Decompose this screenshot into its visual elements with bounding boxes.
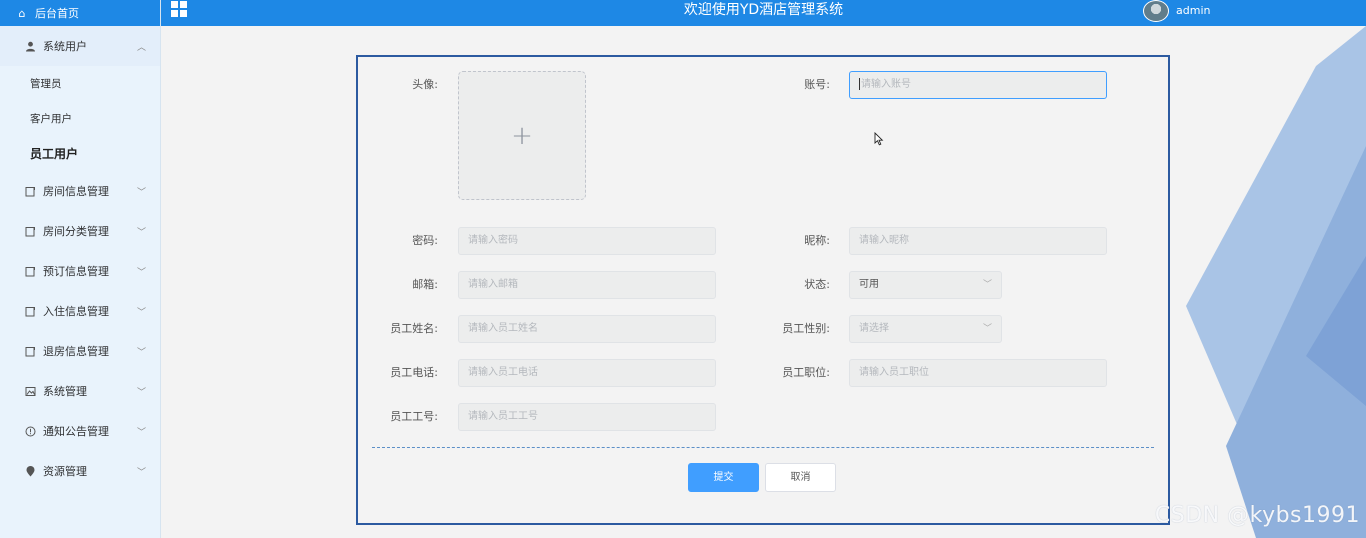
chevron-up-icon: ︿ <box>136 42 146 53</box>
doc-icon <box>24 185 36 197</box>
nickname-label: 昵称: <box>804 234 830 247</box>
avatar[interactable] <box>1143 0 1169 22</box>
staff-phone-label: 员工电话: <box>390 366 438 379</box>
submit-button[interactable]: 提交 <box>688 463 759 492</box>
chevron-down-icon: ﹀ <box>136 467 146 478</box>
account-label: 账号: <box>804 78 830 91</box>
sidebar-item-staff-users[interactable]: 员工用户 <box>0 136 160 171</box>
sidebar-group-label: 通知公告管理 <box>43 425 109 438</box>
chevron-down-icon: ﹀ <box>136 187 146 198</box>
form-divider <box>372 447 1154 448</box>
picture-icon <box>24 385 36 397</box>
home-icon: ⌂ <box>18 6 26 20</box>
sidebar-group-booking-info[interactable]: 预订信息管理 ﹀ <box>0 251 160 291</box>
staff-gender-label: 员工性别: <box>782 322 830 335</box>
staff-user-form: 头像: + 账号: 请输入账号 密码: 请输入密码 昵称: 请输入昵称 邮箱: … <box>356 55 1170 525</box>
chevron-down-icon: ﹀ <box>982 280 992 290</box>
chevron-down-icon: ﹀ <box>136 307 146 318</box>
doc-icon <box>24 345 36 357</box>
staff-name-label: 员工姓名: <box>390 322 438 335</box>
user-icon <box>24 40 36 52</box>
sidebar-group-checkin-info[interactable]: 入住信息管理 ﹀ <box>0 291 160 331</box>
staff-name-input[interactable]: 请输入员工姓名 <box>458 315 716 343</box>
chevron-down-icon: ﹀ <box>982 324 992 334</box>
nickname-input[interactable]: 请输入昵称 <box>849 227 1107 255</box>
status-label: 状态: <box>804 278 830 291</box>
email-label: 邮箱: <box>412 278 438 291</box>
staff-position-input[interactable]: 请输入员工职位 <box>849 359 1107 387</box>
chevron-down-icon: ﹀ <box>136 387 146 398</box>
password-input[interactable]: 请输入密码 <box>458 227 716 255</box>
password-label: 密码: <box>412 234 438 247</box>
watermark: CSDN @kybs1991 <box>1154 503 1360 528</box>
sidebar-group-label: 房间信息管理 <box>43 185 109 198</box>
sidebar-group-checkout-info[interactable]: 退房信息管理 ﹀ <box>0 331 160 371</box>
chevron-down-icon: ﹀ <box>136 427 146 438</box>
sidebar-group-label: 资源管理 <box>43 465 87 478</box>
sidebar-group-notice-management[interactable]: 通知公告管理 ﹀ <box>0 411 160 451</box>
sidebar-home[interactable]: ⌂ 后台首页 <box>0 0 160 26</box>
chevron-down-icon: ﹀ <box>136 347 146 358</box>
sidebar-group-label: 预订信息管理 <box>43 265 109 278</box>
decorative-background <box>1186 26 1366 538</box>
avatar-label: 头像: <box>412 78 438 91</box>
sidebar-group-label: 房间分类管理 <box>43 225 109 238</box>
sidebar-group-system-users[interactable]: 系统用户 ︿ <box>0 26 160 66</box>
sidebar-group-room-category[interactable]: 房间分类管理 ﹀ <box>0 211 160 251</box>
sidebar-group-room-info[interactable]: 房间信息管理 ﹀ <box>0 171 160 211</box>
staff-phone-input[interactable]: 请输入员工电话 <box>458 359 716 387</box>
location-icon <box>24 465 36 477</box>
top-header: 欢迎使用YD酒店管理系统 admin <box>161 0 1366 26</box>
chevron-down-icon: ﹀ <box>136 267 146 278</box>
sidebar-group-label: 退房信息管理 <box>43 345 109 358</box>
plus-icon: + <box>511 120 533 151</box>
sidebar-group-system-management[interactable]: 系统管理 ﹀ <box>0 371 160 411</box>
doc-icon <box>24 305 36 317</box>
sidebar-group-label: 系统管理 <box>43 385 87 398</box>
staff-gender-select[interactable]: 请选择 ﹀ <box>849 315 1002 343</box>
sidebar-group-label: 系统用户 <box>43 40 87 53</box>
staff-number-input[interactable]: 请输入员工工号 <box>458 403 716 431</box>
email-input[interactable]: 请输入邮箱 <box>458 271 716 299</box>
sidebar-group-resource-management[interactable]: 资源管理 ﹀ <box>0 451 160 491</box>
sidebar-group-label: 入住信息管理 <box>43 305 109 318</box>
doc-icon <box>24 225 36 237</box>
chevron-down-icon: ﹀ <box>136 227 146 238</box>
sidebar-home-label: 后台首页 <box>35 7 79 20</box>
account-input[interactable]: 请输入账号 <box>849 71 1107 99</box>
staff-number-label: 员工工号: <box>390 410 438 423</box>
sidebar: ⌂ 后台首页 系统用户 ︿ 管理员 客户用户 员工用户 房间信息管理 ﹀ 房间分… <box>0 0 161 538</box>
doc-icon <box>24 265 36 277</box>
avatar-uploader[interactable]: + <box>458 71 586 200</box>
main-content: 头像: + 账号: 请输入账号 密码: 请输入密码 昵称: 请输入昵称 邮箱: … <box>161 26 1366 538</box>
status-select[interactable]: 可用 ﹀ <box>849 271 1002 299</box>
mouse-cursor-icon <box>874 132 884 146</box>
username[interactable]: admin <box>1176 0 1210 22</box>
cancel-button[interactable]: 取消 <box>765 463 836 492</box>
sidebar-item-admin[interactable]: 管理员 <box>0 66 160 101</box>
info-icon <box>24 425 36 437</box>
staff-position-label: 员工职位: <box>782 366 830 379</box>
sidebar-item-customer-users[interactable]: 客户用户 <box>0 101 160 136</box>
